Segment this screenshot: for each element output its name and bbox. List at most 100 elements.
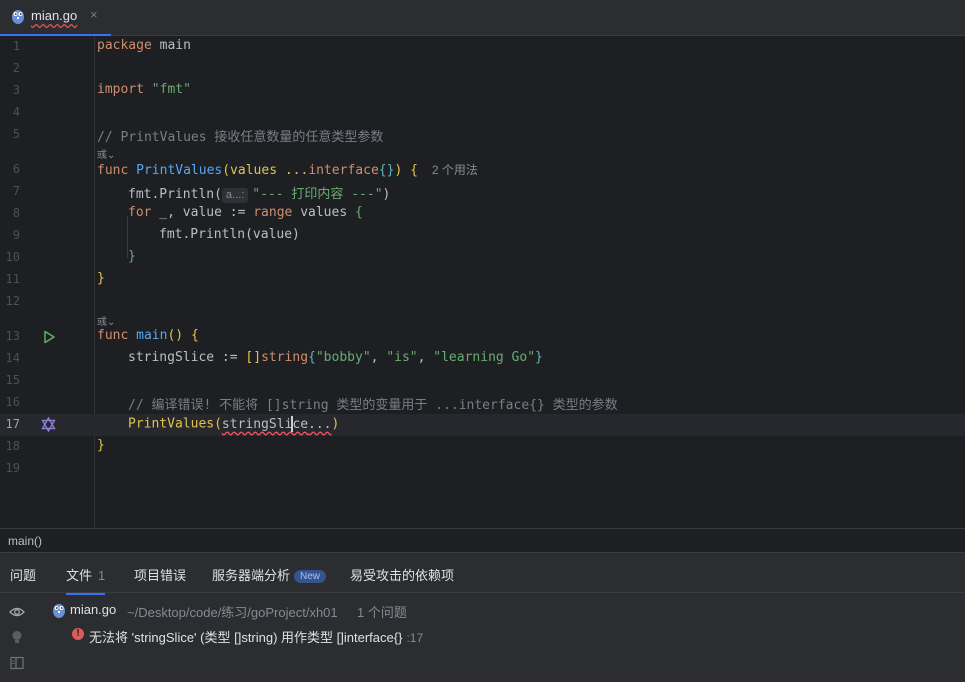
- editor-tab-bar: mian.go ×: [0, 0, 965, 37]
- line-number: 16: [5, 395, 20, 409]
- line-number: 17: [5, 417, 20, 431]
- code-line-11[interactable]: 11 }: [0, 269, 965, 291]
- line-number: 4: [12, 105, 20, 119]
- code-line-8[interactable]: 8 for _, value := range values {: [0, 203, 965, 225]
- code-text: fmt.Println(value): [159, 227, 300, 242]
- paren: ): [382, 187, 391, 202]
- code-line-4[interactable]: 4: [0, 102, 965, 124]
- identifier: ce: [292, 416, 309, 432]
- code-line-5[interactable]: 5 // PrintValues 接收任意数量的任意类型参数: [0, 124, 965, 146]
- lightbulb-icon[interactable]: [9, 629, 25, 645]
- problems-panel: 问题 文件 1 项目错误 服务器端分析 New 易受攻击的依赖项 mian.go ~…: [0, 552, 965, 682]
- code-text: PrintValues(stringSlice...): [128, 416, 339, 432]
- problem-message: 无法将 'stringSlice' (类型 []string) 用作类型 []i…: [89, 630, 403, 645]
- line-number: 15: [5, 373, 20, 387]
- run-icon[interactable]: [42, 330, 56, 344]
- code-text: func main() {: [97, 328, 199, 343]
- brace: }: [535, 350, 543, 365]
- code-line-3[interactable]: 3 import "fmt": [0, 80, 965, 102]
- keyword: func: [97, 163, 129, 178]
- code-line-17[interactable]: 17 PrintValues(stringSlice...): [0, 414, 965, 436]
- tab-project-errors[interactable]: 项目错误: [134, 565, 186, 584]
- keyword: string: [261, 350, 309, 365]
- tab-label: 服务器端分析: [212, 568, 291, 583]
- brace: {: [355, 205, 363, 220]
- function-name: PrintValues: [136, 163, 223, 178]
- string-literal: "is": [386, 350, 418, 365]
- breadcrumb-item[interactable]: main(): [8, 534, 42, 548]
- tab-mian-go[interactable]: mian.go ×: [0, 0, 111, 37]
- code-line-6[interactable]: 6 func PrintValues(values ...interface{}…: [0, 159, 965, 181]
- code-line-16[interactable]: 16 // 编译错误! 不能将 []string 类型的变量用于 ...inte…: [0, 392, 965, 414]
- code-line-9[interactable]: 9 fmt.Println(value): [0, 225, 965, 247]
- line-number: 14: [5, 351, 20, 365]
- panel-title: 问题: [10, 568, 37, 583]
- params: (values ...: [222, 163, 309, 178]
- error-argument[interactable]: stringSlice...: [221, 416, 332, 432]
- file-path: ~/Desktop/code/练习/goProject/xh01: [127, 605, 338, 620]
- comma: ,: [370, 350, 387, 365]
- breadcrumb[interactable]: main(): [0, 528, 965, 552]
- line-number: 7: [12, 184, 20, 198]
- line-number: 11: [5, 272, 20, 286]
- line-number: 10: [5, 250, 20, 264]
- brace: {: [190, 328, 199, 343]
- go-gopher-icon: [53, 604, 65, 618]
- identifier: main: [151, 38, 191, 53]
- code-line-14[interactable]: 14 stringSlice := []string{"bobby", "is"…: [0, 348, 965, 370]
- code-line-10[interactable]: 10 }: [0, 247, 965, 269]
- string-literal: "bobby": [315, 350, 371, 365]
- string-literal: "learning Go": [433, 350, 536, 365]
- close-icon[interactable]: ×: [90, 7, 98, 22]
- code-text: func PrintValues(values ...interface{}) …: [97, 161, 478, 178]
- keyword: range: [253, 205, 293, 220]
- brackets: []: [245, 350, 262, 365]
- tab-count: 1: [98, 568, 106, 583]
- code-line-13[interactable]: 13 func main() {: [0, 326, 965, 348]
- code-line-18[interactable]: 18 }: [0, 436, 965, 458]
- string-literal: "fmt": [151, 82, 191, 97]
- code-text: fmt.Println(a...: "--- 打印内容 ---"): [128, 183, 390, 203]
- preview-icon[interactable]: [9, 655, 25, 671]
- code-line-7[interactable]: 7 fmt.Println(a...: "--- 打印内容 ---"): [0, 181, 965, 203]
- paren: (: [214, 416, 222, 432]
- comment: // 编译错误! 不能将 []string 类型的变量用于 ...interfa…: [128, 398, 618, 413]
- code-text: import "fmt": [97, 82, 191, 97]
- line-number: 19: [5, 461, 20, 475]
- keyword: import: [97, 82, 144, 97]
- tab-label: 文件: [66, 568, 93, 583]
- tab-server-analysis[interactable]: 服务器端分析 New: [212, 565, 327, 584]
- tab-label: mian.go: [31, 8, 78, 23]
- brace: }: [128, 249, 136, 264]
- brace: {}: [378, 163, 395, 178]
- tab-file[interactable]: 文件 1: [66, 565, 106, 595]
- eye-icon[interactable]: [9, 604, 25, 620]
- brace: }: [97, 271, 105, 286]
- code-line-1[interactable]: 1 package main: [0, 36, 965, 58]
- comment: // PrintValues 接收任意数量的任意类型参数: [97, 130, 384, 145]
- line-number: 6: [12, 162, 20, 176]
- usages-hint[interactable]: 2 个用法: [432, 163, 478, 177]
- code-editor[interactable]: 彧⌄ 彧⌄ 1 package main 2 3 import "fmt" 4 …: [0, 36, 965, 528]
- code-line-19[interactable]: 19: [0, 458, 965, 480]
- identifier: _, value :=: [151, 205, 254, 220]
- gutter-interface-icon[interactable]: [41, 417, 56, 432]
- code-line-2[interactable]: 2: [0, 58, 965, 80]
- brace: }: [97, 438, 105, 453]
- paren: (): [167, 328, 184, 343]
- code-line-15[interactable]: 15: [0, 370, 965, 392]
- code-text: for _, value := range values {: [128, 205, 363, 220]
- function-name: main: [136, 328, 168, 343]
- problem-count: 1 个问题: [357, 605, 407, 620]
- paren: ): [394, 163, 403, 178]
- line-number: 3: [12, 83, 20, 97]
- tab-vulnerable-deps[interactable]: 易受攻击的依赖项: [350, 565, 454, 584]
- identifier: stringSli: [221, 416, 293, 432]
- line-number: 18: [5, 439, 20, 453]
- keyword: interface: [308, 163, 379, 178]
- line-number: 8: [12, 206, 20, 220]
- error-icon: !: [72, 628, 84, 640]
- code-text: stringSlice := []string{"bobby", "is", "…: [128, 350, 543, 365]
- brace: {: [308, 350, 316, 365]
- code-line-12[interactable]: 12: [0, 291, 965, 313]
